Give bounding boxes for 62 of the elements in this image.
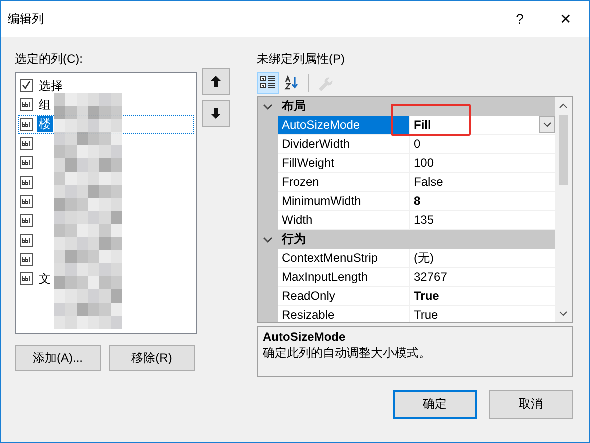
property-name[interactable]: ContextMenuStrip	[278, 249, 410, 267]
chevron-down-icon	[542, 122, 552, 128]
remove-button[interactable]: 移除(R)	[109, 345, 195, 371]
description-title: AutoSizeMode	[263, 330, 347, 345]
property-name[interactable]: Resizable	[278, 306, 410, 322]
column-item[interactable]: 文	[18, 268, 194, 288]
cancel-button[interactable]: 取消	[489, 390, 573, 419]
move-up-button[interactable]	[202, 68, 230, 95]
category-title: 行为	[282, 231, 306, 248]
property-value[interactable]: Fill	[414, 116, 539, 134]
property-value[interactable]: 8	[414, 192, 555, 210]
property-name[interactable]: MinimumWidth	[278, 192, 410, 210]
down-arrow-icon	[211, 108, 221, 119]
column-item[interactable]: 组	[18, 95, 194, 115]
checkbox-column-icon	[20, 79, 33, 92]
textbox-column-icon	[20, 98, 33, 112]
properties-label: 未绑定列属性(P)	[257, 51, 346, 67]
property-name[interactable]: AutoSizeMode	[278, 116, 410, 134]
property-value[interactable]: 100	[414, 154, 555, 172]
categorized-icon	[260, 75, 276, 91]
property-value[interactable]: 0	[414, 135, 555, 153]
description-text: 确定此列的自动调整大小模式。	[263, 345, 432, 361]
scrollbar[interactable]	[555, 97, 572, 322]
chevron-down-icon	[559, 310, 568, 316]
property-name[interactable]: DividerWidth	[278, 135, 410, 153]
sort-alphabetical-icon	[284, 75, 300, 91]
property-name[interactable]: ReadOnly	[278, 287, 410, 305]
property-value[interactable]: True	[414, 287, 555, 305]
textbox-column-icon	[20, 234, 33, 247]
textbox-column-icon	[20, 156, 33, 170]
property-value[interactable]: True	[414, 306, 555, 322]
property-value[interactable]: False	[414, 173, 555, 191]
property-name[interactable]: Width	[278, 211, 410, 229]
window-title: 编辑列	[8, 10, 45, 28]
textbox-column-icon	[20, 118, 33, 131]
property-name[interactable]: MaxInputLength	[278, 268, 410, 286]
close-button[interactable]: ✕	[543, 1, 589, 37]
category-title: 布局	[282, 98, 306, 115]
move-down-button[interactable]	[202, 100, 230, 127]
scroll-thumb[interactable]	[559, 115, 568, 185]
categorized-button[interactable]	[257, 72, 279, 94]
column-item[interactable]: 选择	[18, 76, 194, 96]
dropdown-button[interactable]	[539, 116, 555, 133]
property-name[interactable]: FillWeight	[278, 154, 410, 172]
add-button[interactable]: 添加(A)...	[15, 345, 101, 371]
property-value[interactable]: 32767	[414, 268, 555, 286]
textbox-column-icon	[20, 252, 33, 266]
ok-button[interactable]: 确定	[393, 390, 477, 419]
property-name[interactable]: Frozen	[278, 173, 410, 191]
textbox-column-icon	[20, 272, 33, 286]
up-arrow-icon	[211, 76, 221, 87]
textbox-column-icon	[20, 137, 33, 150]
textbox-column-icon	[20, 176, 33, 189]
textbox-column-icon	[20, 214, 33, 228]
wrench-icon	[317, 75, 333, 91]
column-item[interactable]: 楼	[18, 114, 194, 134]
chevron-up-icon	[559, 102, 568, 108]
property-value[interactable]: (无)	[414, 249, 555, 267]
textbox-column-icon	[20, 194, 33, 208]
help-button[interactable]: ?	[497, 1, 543, 37]
property-value[interactable]: 135	[414, 211, 555, 229]
selected-columns-label: 选定的列(C):	[15, 51, 84, 67]
